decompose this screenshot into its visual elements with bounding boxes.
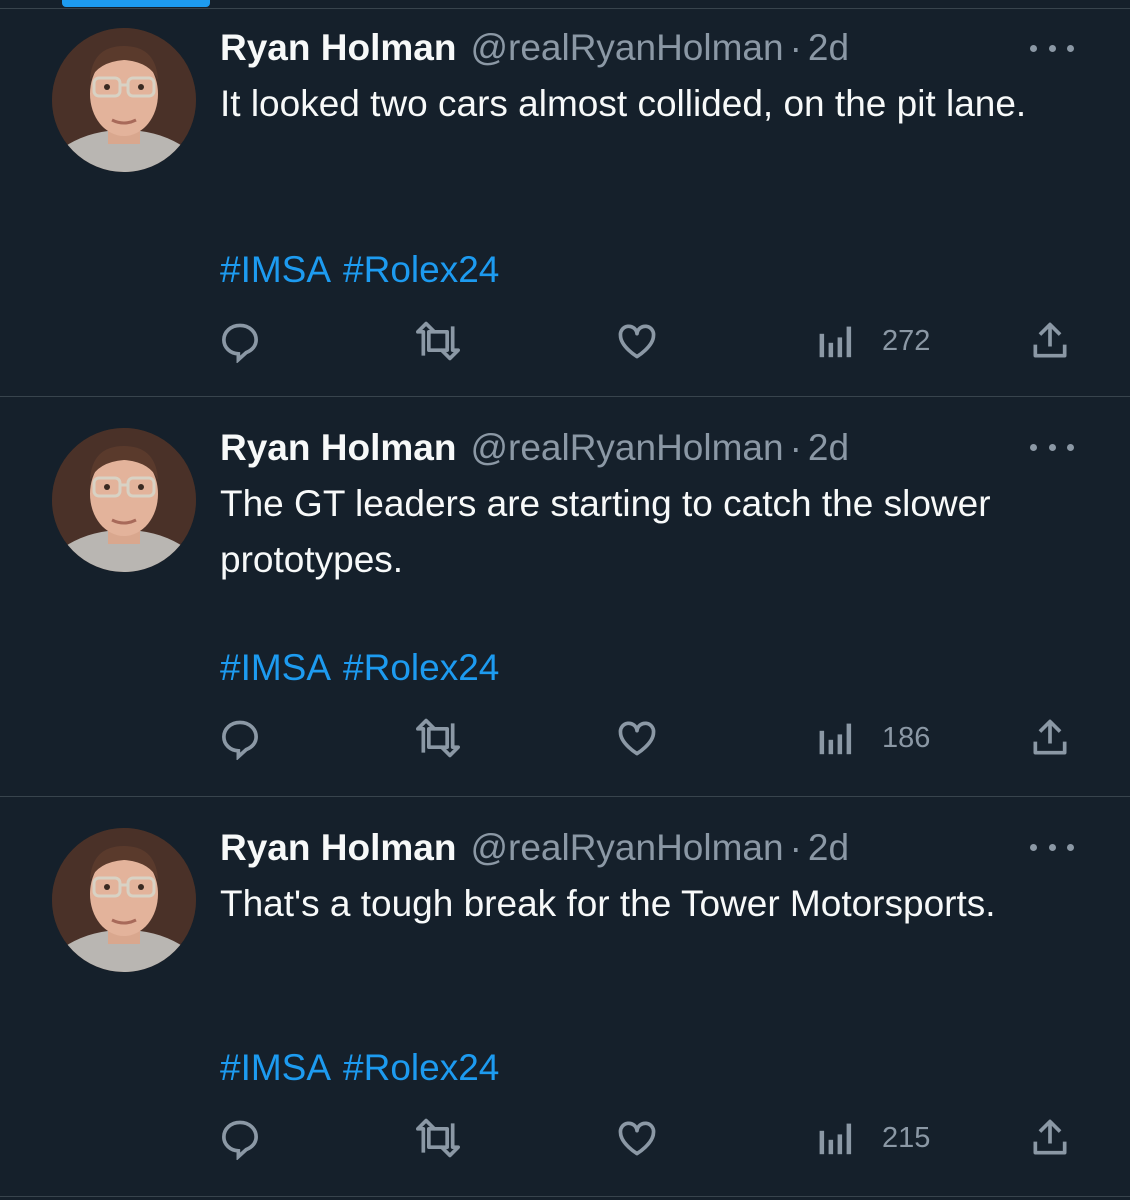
like-button[interactable] [614,1115,660,1161]
view-count: 272 [882,324,931,357]
like-button[interactable] [614,715,660,761]
separator-dot: · [789,827,802,868]
views-icon [819,1123,852,1155]
avatar[interactable] [52,28,196,172]
author-name[interactable]: Ryan Holman [220,426,456,470]
hashtag-link[interactable]: #Rolex24 [343,647,499,688]
tweet[interactable]: Ryan Holman @realRyanHolman · 2d The GT … [0,397,1130,797]
reply-button[interactable] [218,318,262,364]
tweet[interactable]: Ryan Holman @realRyanHolman · 2d It look… [0,0,1130,397]
tweet-timestamp[interactable]: 2d [808,826,849,870]
tweet-actions: 186 [0,715,1130,761]
tweet-header: Ryan Holman @realRyanHolman · 2d [220,426,849,470]
more-icon[interactable] [1030,437,1074,457]
hashtag-link[interactable]: #IMSA [220,1047,331,1088]
views-icon [819,326,852,358]
retweet-button[interactable] [412,715,464,761]
avatar[interactable] [52,428,196,572]
tweet-text: That's a tough break for the Tower Motor… [220,883,996,924]
hashtag-link[interactable]: #Rolex24 [343,249,499,290]
retweet-icon [416,321,460,361]
share-button[interactable] [1026,318,1074,364]
like-button[interactable] [614,318,660,364]
reply-icon [222,1120,258,1160]
author-name[interactable]: Ryan Holman [220,26,456,70]
hashtag-link[interactable]: #IMSA [220,249,331,290]
tweet-header: Ryan Holman @realRyanHolman · 2d [220,26,849,70]
like-icon [618,324,656,359]
hashtags: #IMSA #Rolex24 [220,242,499,298]
share-button[interactable] [1026,715,1074,761]
retweet-icon [416,1118,460,1158]
hashtag-link[interactable]: #IMSA [220,647,331,688]
reply-button[interactable] [218,715,262,761]
tweet-timestamp[interactable]: 2d [808,26,849,70]
reply-icon [222,323,258,363]
views-button[interactable]: 272 [816,318,930,364]
author-name[interactable]: Ryan Holman [220,826,456,870]
tweet-text: It looked two cars almost collided, on t… [220,83,1027,124]
reply-icon [222,720,258,760]
tweet-actions: 272 [0,318,1130,364]
tweet-header: Ryan Holman @realRyanHolman · 2d [220,826,849,870]
views-button[interactable]: 186 [816,715,930,761]
tweet-text: The GT leaders are starting to catch the… [220,483,991,580]
more-icon[interactable] [1030,837,1074,857]
separator-dot: · [789,27,802,68]
share-icon [1033,322,1067,358]
retweet-button[interactable] [412,318,464,364]
share-icon [1033,719,1067,755]
retweet-button[interactable] [412,1115,464,1161]
tweet-actions: 215 [0,1115,1130,1161]
share-icon [1033,1119,1067,1155]
more-icon[interactable] [1030,38,1074,58]
hashtags: #IMSA #Rolex24 [220,1040,499,1096]
share-button[interactable] [1026,1115,1074,1161]
tweet-timestamp[interactable]: 2d [808,426,849,470]
view-count: 215 [882,1121,931,1154]
author-handle[interactable]: @realRyanHolman [470,426,783,470]
hashtag-link[interactable]: #Rolex24 [343,1047,499,1088]
reply-button[interactable] [218,1115,262,1161]
author-handle[interactable]: @realRyanHolman [470,26,783,70]
views-icon [819,723,852,755]
hashtags: #IMSA #Rolex24 [220,640,499,696]
views-button[interactable]: 215 [816,1115,930,1161]
tweet[interactable]: Ryan Holman @realRyanHolman · 2d That's … [0,797,1130,1200]
avatar[interactable] [52,828,196,972]
like-icon [618,721,656,756]
divider [0,1196,1130,1197]
like-icon [618,1121,656,1156]
view-count: 186 [882,721,931,754]
author-handle[interactable]: @realRyanHolman [470,826,783,870]
retweet-icon [416,718,460,758]
separator-dot: · [789,427,802,468]
